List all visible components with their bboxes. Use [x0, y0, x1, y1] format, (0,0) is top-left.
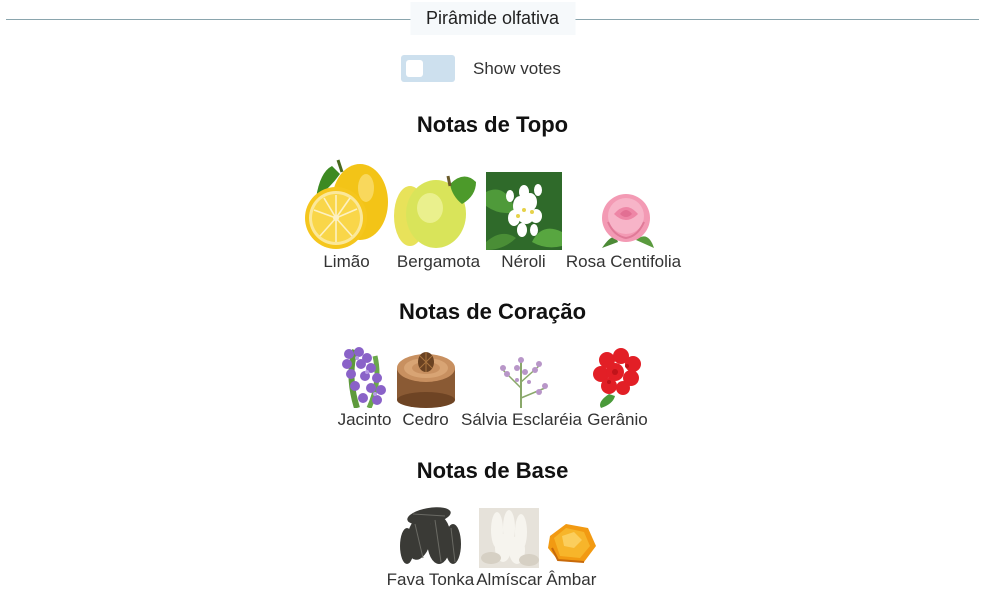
note-salvia-esclareia[interactable]: Sálvia Esclaréia [459, 348, 585, 430]
clary-sage-icon [499, 357, 548, 408]
note-label: Cedro [402, 410, 449, 429]
note-almiscar[interactable]: Almíscar [476, 508, 542, 590]
musk-icon [479, 508, 540, 568]
show-votes-label: Show votes [473, 58, 561, 78]
rose-icon [601, 194, 654, 248]
note-label: Gerânio [587, 410, 648, 429]
note-rosa-centifolia[interactable]: Rosa Centifolia [564, 190, 684, 272]
note-ambar[interactable]: Âmbar [544, 516, 598, 590]
lemon-icon [304, 159, 388, 249]
show-votes-row: Show votes [401, 55, 561, 82]
note-cedro[interactable]: Cedro [395, 350, 457, 430]
page-title: Pirâmide olfativa [409, 2, 576, 35]
pyramid-header: Pirâmide olfativa [6, 2, 979, 36]
note-jacinto[interactable]: Jacinto [337, 346, 393, 430]
neroli-flower-icon [485, 172, 562, 250]
amber-icon [548, 524, 597, 563]
section-title-top: Notas de Topo [416, 112, 569, 137]
hyacinth-icon [341, 347, 386, 408]
bergamot-icon [393, 175, 476, 248]
section-title-heart: Notas de Coração [398, 299, 587, 324]
geranium-icon [592, 348, 641, 408]
note-label: Néroli [501, 252, 546, 271]
note-label: Almíscar [476, 570, 543, 589]
notes-row-top: Limão Bergamota Néroli Rosa Centifolia [0, 158, 985, 272]
note-label: Rosa Centifolia [565, 252, 682, 271]
note-fava-tonka[interactable]: Fava Tonka [386, 504, 475, 590]
note-label: Âmbar [546, 570, 597, 589]
cedar-log-icon [396, 352, 455, 408]
note-label: Sálvia Esclaréia [461, 410, 582, 429]
note-label: Bergamota [396, 252, 481, 271]
toggle-knob [406, 60, 423, 77]
show-votes-toggle[interactable] [401, 55, 455, 82]
notes-row-heart: Jacinto Cedro Sálvia Esclaréia Gerânio [0, 346, 985, 430]
note-label: Fava Tonka [386, 570, 475, 589]
note-geranio[interactable]: Gerânio [587, 346, 649, 430]
notes-row-base: Fava Tonka Almíscar Âmbar [0, 504, 985, 590]
note-bergamota[interactable]: Bergamota [393, 170, 484, 272]
note-label: Limão [323, 252, 370, 271]
note-neroli[interactable]: Néroli [485, 172, 562, 272]
note-limao[interactable]: Limão [302, 158, 392, 272]
note-label: Jacinto [337, 410, 392, 429]
section-title-base: Notas de Base [416, 458, 569, 483]
tonka-bean-icon [400, 507, 462, 564]
